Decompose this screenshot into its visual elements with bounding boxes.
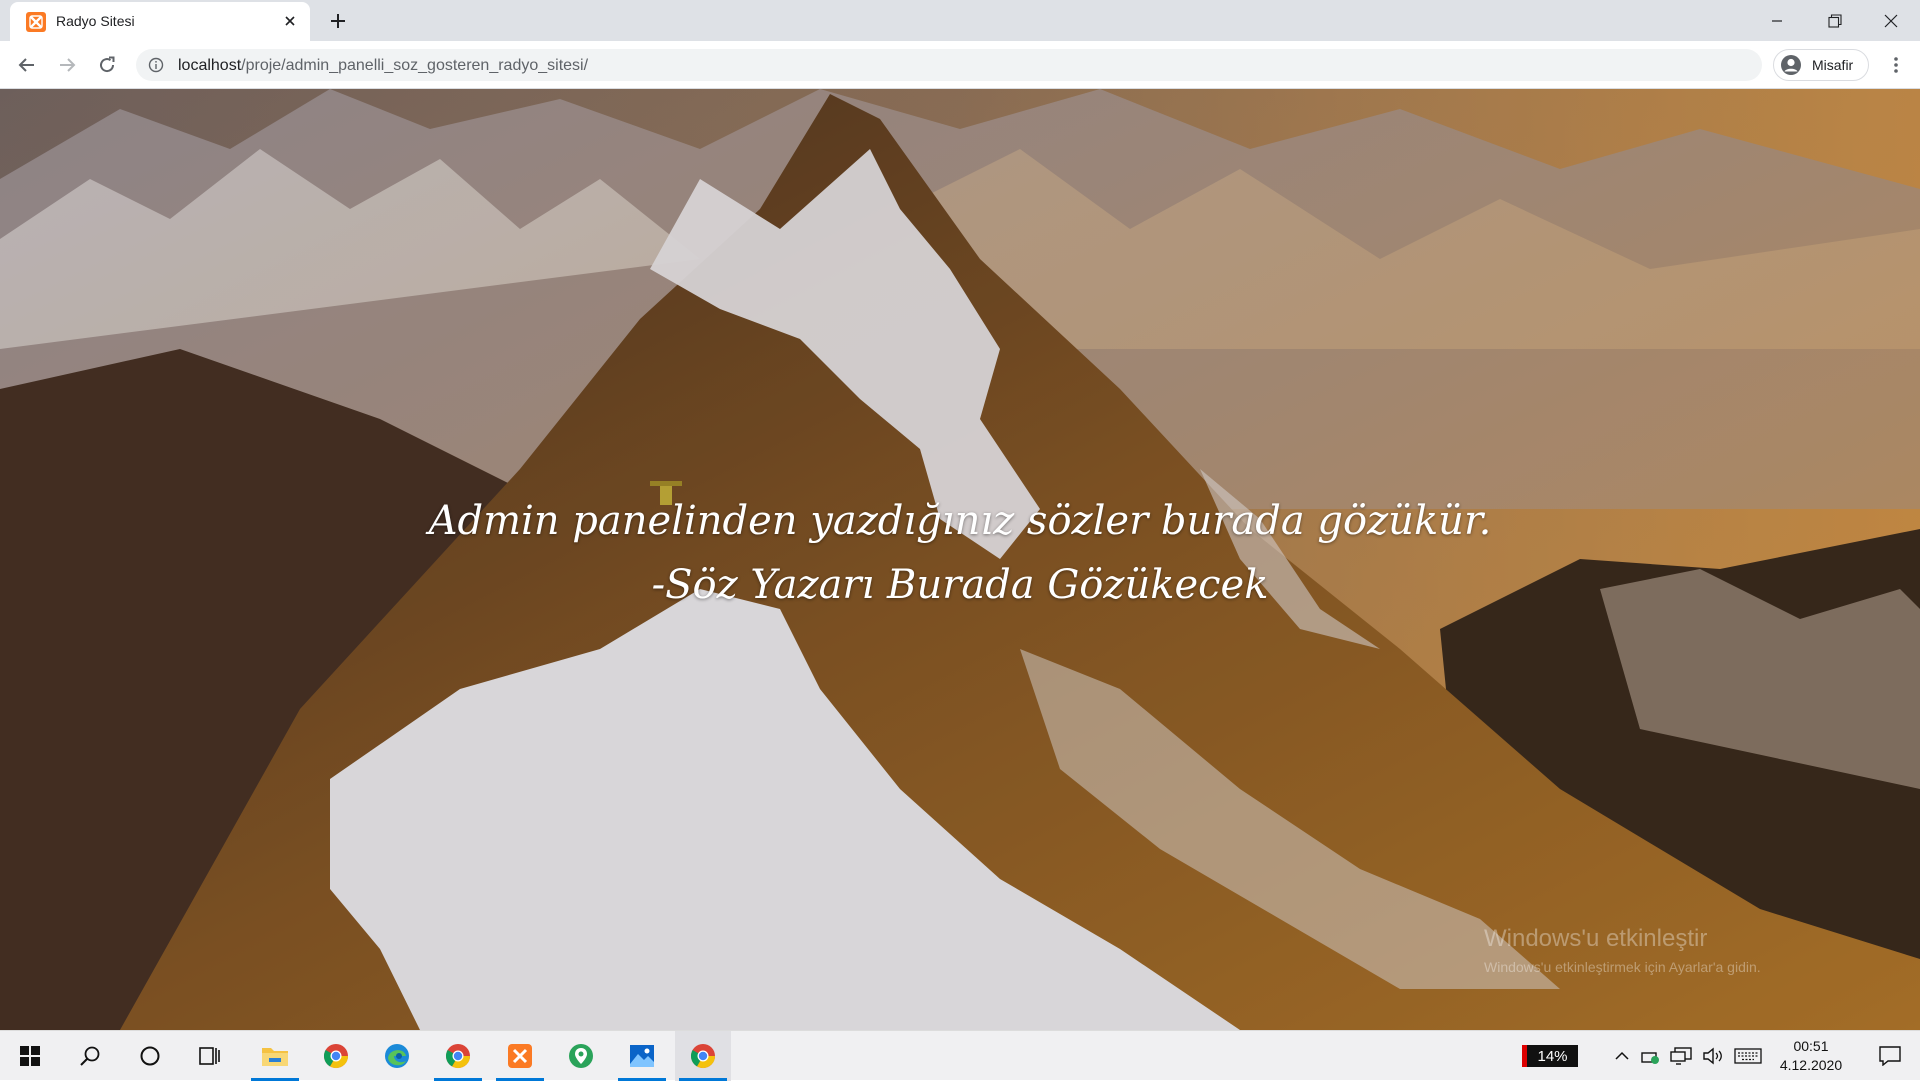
windows-taskbar: 14% 00:51 4.12.2020 <box>0 1030 1920 1081</box>
network-status-icon[interactable] <box>1638 1031 1662 1081</box>
xampp-icon[interactable] <box>492 1031 548 1081</box>
forward-icon[interactable] <box>51 49 83 81</box>
xampp-icon <box>26 12 46 32</box>
task-view-icon[interactable] <box>182 1031 238 1081</box>
clock-date: 4.12.2020 <box>1779 1057 1843 1073</box>
chrome-icon[interactable] <box>675 1031 731 1081</box>
chevron-up-icon[interactable] <box>1610 1031 1634 1081</box>
back-icon[interactable] <box>11 49 43 81</box>
tab-strip: Radyo Sitesi <box>0 0 1920 41</box>
photos-icon[interactable] <box>614 1031 670 1081</box>
volume-icon[interactable] <box>1700 1031 1726 1081</box>
keyboard-icon[interactable] <box>1732 1031 1764 1081</box>
close-window-icon[interactable] <box>1862 0 1920 41</box>
restore-icon[interactable] <box>1806 0 1864 41</box>
watermark-subtitle: Windows'u etkinleştirmek için Ayarlar'a … <box>1484 959 1761 975</box>
notifications-icon[interactable] <box>1864 1031 1916 1081</box>
profile-label: Misafir <box>1812 57 1854 73</box>
more-menu-icon[interactable] <box>1880 49 1912 81</box>
clock-time: 00:51 <box>1793 1038 1829 1054</box>
address-bar[interactable]: localhost/proje/admin_panelli_soz_goster… <box>136 49 1762 81</box>
browser-toolbar: localhost/proje/admin_panelli_soz_goster… <box>0 41 1920 89</box>
tab-title: Radyo Sitesi <box>56 13 135 29</box>
quote-block: Admin panelinden yazdığınız sözler burad… <box>0 489 1920 617</box>
windows-activation-watermark: Windows'u etkinleştir Windows'u etkinleş… <box>1484 925 1761 975</box>
page-hero: Admin panelinden yazdığınız sözler burad… <box>0 89 1920 1030</box>
minimize-icon[interactable] <box>1748 0 1806 41</box>
url-text[interactable]: localhost/proje/admin_panelli_soz_goster… <box>178 57 588 75</box>
watermark-title: Windows'u etkinleştir <box>1484 925 1708 952</box>
chrome-icon[interactable] <box>430 1031 486 1081</box>
quote-text: Admin panelinden yazdığınız sözler burad… <box>428 498 1492 544</box>
site-info-icon[interactable] <box>148 57 164 73</box>
maps-icon[interactable] <box>553 1031 609 1081</box>
battery-indicator[interactable]: 14% <box>1522 1045 1578 1067</box>
windows-start-icon[interactable] <box>2 1031 58 1081</box>
cortana-icon[interactable] <box>122 1031 178 1081</box>
search-icon[interactable] <box>62 1031 118 1081</box>
profile-button[interactable]: Misafir <box>1773 49 1869 81</box>
quote-author: -Söz Yazarı Burada Gözükecek <box>651 562 1269 608</box>
new-tab-icon[interactable] <box>325 8 351 34</box>
profile-avatar-icon <box>1781 55 1801 75</box>
chrome-icon[interactable] <box>308 1031 364 1081</box>
display-icon[interactable] <box>1668 1031 1694 1081</box>
edge-icon[interactable] <box>369 1031 425 1081</box>
system-clock[interactable]: 00:51 4.12.2020 <box>1768 1037 1854 1075</box>
battery-percent: 14% <box>1537 1047 1568 1065</box>
close-tab-icon[interactable] <box>280 11 300 31</box>
reload-icon[interactable] <box>91 49 123 81</box>
browser-tab[interactable]: Radyo Sitesi <box>10 2 310 41</box>
file-explorer-icon[interactable] <box>247 1031 303 1081</box>
